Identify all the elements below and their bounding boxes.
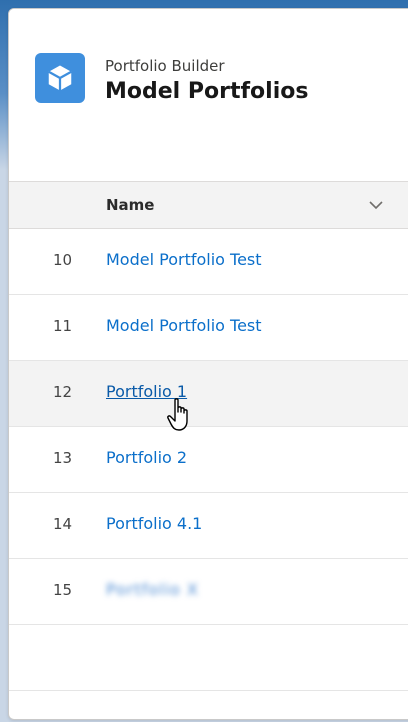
row-name-link[interactable]: Model Portfolio Test — [106, 316, 262, 335]
table-row-empty — [9, 625, 408, 691]
row-name-link[interactable]: Model Portfolio Test — [106, 250, 262, 269]
table-row: 13 Portfolio 2 — [9, 427, 408, 493]
table-header: Name — [9, 181, 408, 229]
row-name-link[interactable]: Portfolio 2 — [106, 448, 187, 467]
row-number: 15 — [53, 581, 73, 599]
page-title: Model Portfolios — [105, 79, 309, 104]
table-row: 15 Portfolio X — [9, 559, 408, 625]
row-name-link[interactable]: Portfolio 1 — [106, 382, 187, 401]
row-number: 11 — [53, 317, 73, 335]
row-number: 12 — [53, 383, 73, 401]
list-view-card: Portfolio Builder Model Portfolios Name … — [8, 8, 408, 720]
row-number: 10 — [53, 251, 73, 269]
row-number: 14 — [53, 515, 73, 533]
table-row: 14 Portfolio 4.1 — [9, 493, 408, 559]
app-subtitle: Portfolio Builder — [105, 57, 225, 75]
row-name-link-redacted[interactable]: Portfolio X — [106, 580, 199, 599]
column-header-name[interactable]: Name — [106, 196, 154, 214]
table-row: 10 Model Portfolio Test — [9, 229, 408, 295]
chevron-down-icon[interactable] — [368, 199, 384, 211]
row-name-link[interactable]: Portfolio 4.1 — [106, 514, 202, 533]
cube-icon — [35, 53, 85, 103]
table-row: 11 Model Portfolio Test — [9, 295, 408, 361]
table-row: 12 Portfolio 1 — [9, 361, 408, 427]
list-header: Portfolio Builder Model Portfolios — [9, 9, 408, 181]
row-number: 13 — [53, 449, 73, 467]
